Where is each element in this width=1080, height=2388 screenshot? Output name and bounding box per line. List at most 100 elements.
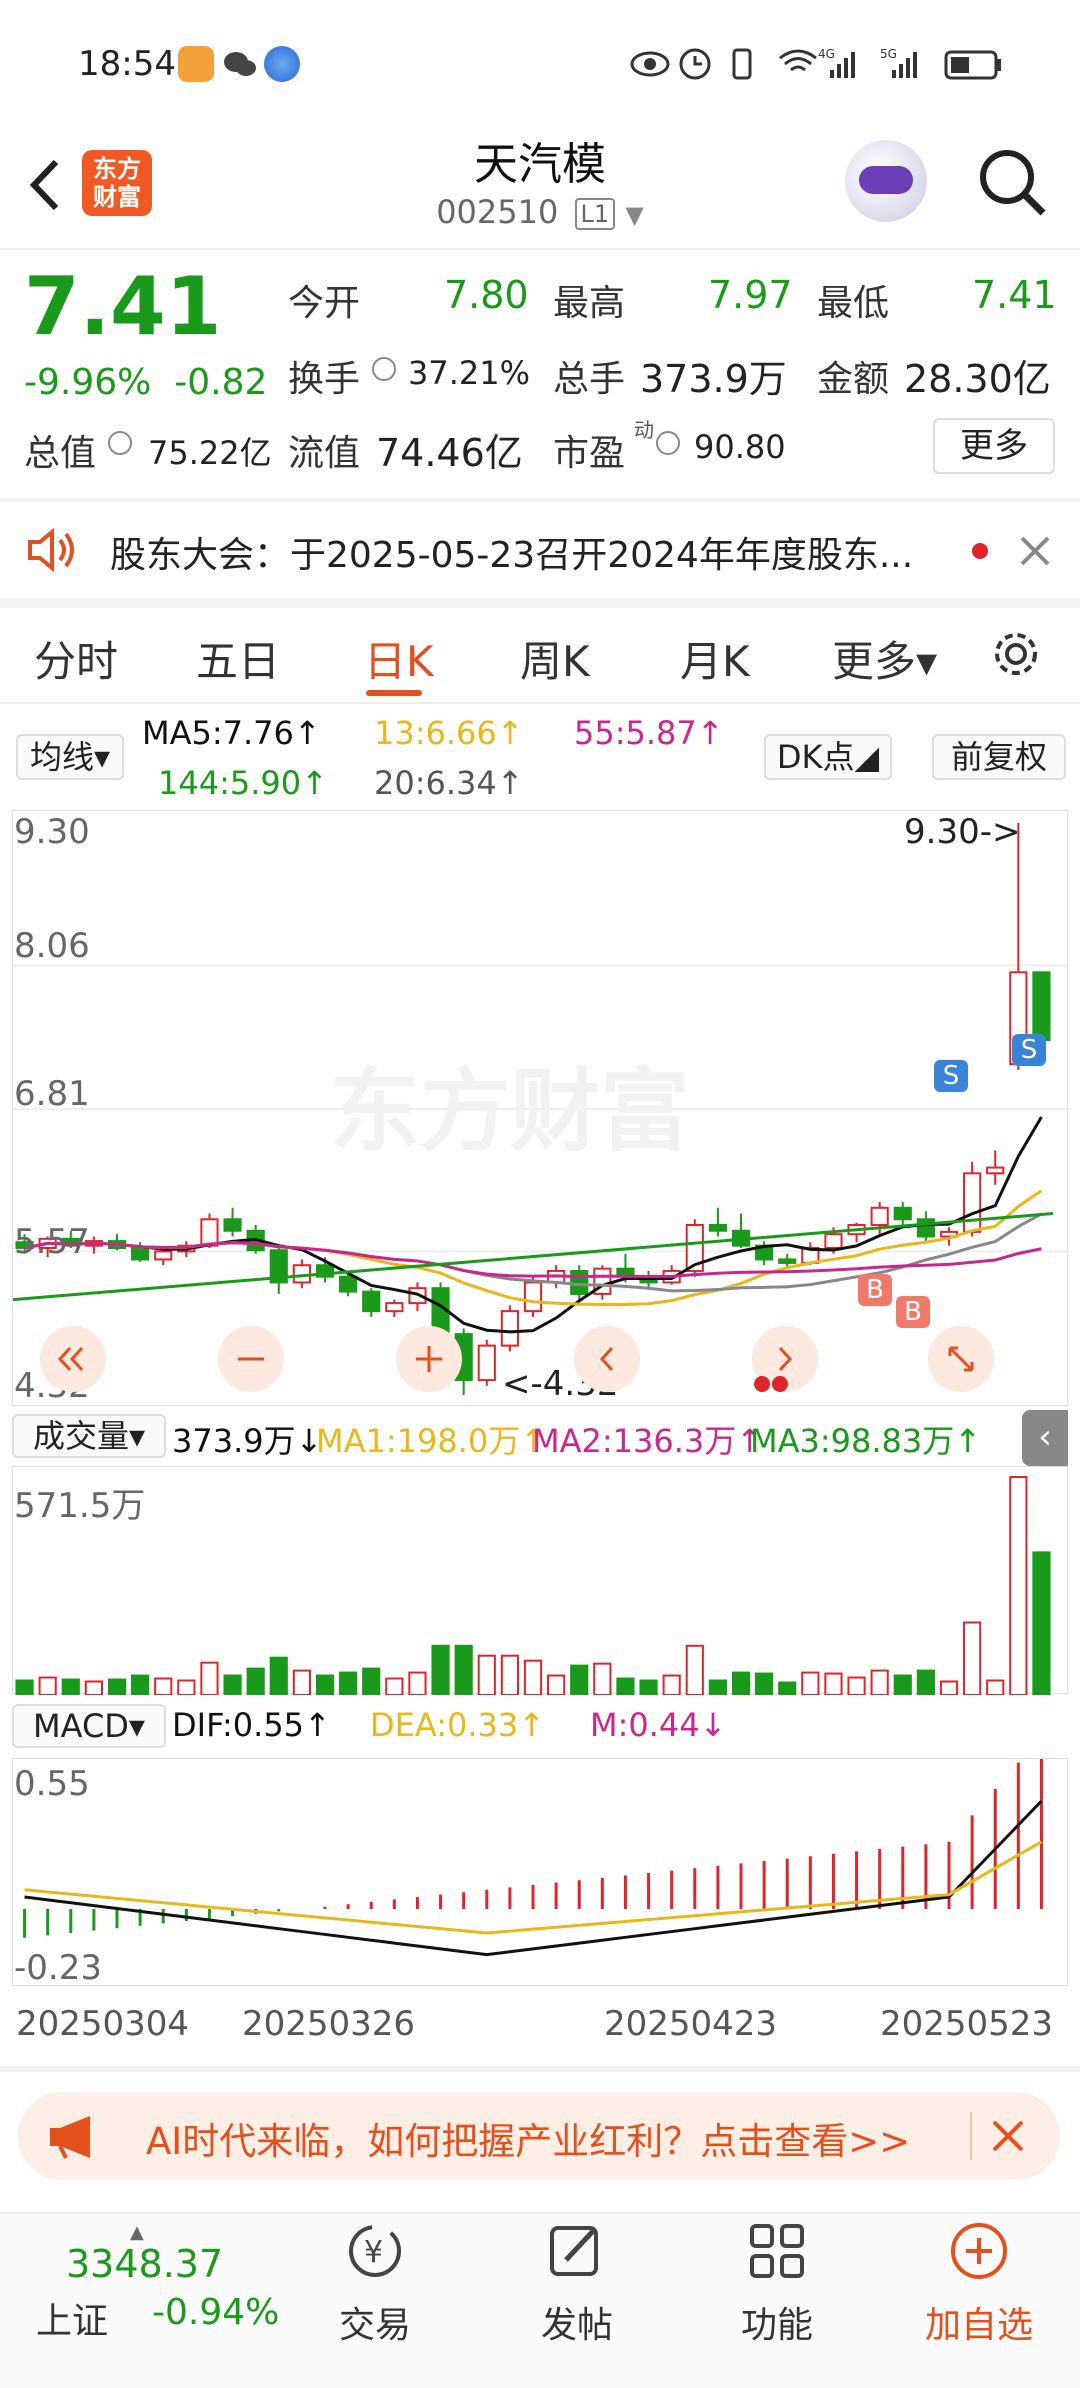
- tab-daily-k[interactable]: 日K: [364, 628, 434, 689]
- nav-post[interactable]: 发帖: [502, 2296, 652, 2348]
- y-axis-4: 5.57: [14, 1222, 90, 1262]
- candle-body: [154, 1250, 173, 1261]
- wechat-icon: [222, 46, 258, 82]
- low-value: 7.41: [972, 273, 1057, 317]
- volume-bar: [38, 1676, 57, 1696]
- index-value[interactable]: 3348.37: [66, 2242, 223, 2286]
- volume-bar: [916, 1669, 935, 1696]
- macd-svg: [23, 1736, 1043, 1957]
- ad-text[interactable]: AI时代来临，如何把握产业红利？点击查看>>: [146, 2111, 910, 2165]
- volume-bar: [755, 1672, 774, 1696]
- scroll-left-button[interactable]: [574, 1326, 640, 1392]
- unread-dot: [972, 543, 988, 559]
- indicator-dot: [772, 1376, 788, 1392]
- amount-value: 28.30亿: [904, 357, 1051, 401]
- volume-bar: [639, 1679, 658, 1696]
- buy-signal[interactable]: B: [896, 1296, 930, 1328]
- more-button[interactable]: 更多: [933, 418, 1055, 474]
- ai-assistant-avatar[interactable]: [845, 140, 927, 222]
- volume-bar: [570, 1664, 589, 1697]
- volume-axis-top: 571.5万: [14, 1486, 146, 1526]
- add-watchlist-icon[interactable]: [946, 2218, 1012, 2284]
- nav-function[interactable]: 功能: [702, 2296, 852, 2348]
- tab-more[interactable]: 更多▾: [832, 628, 937, 689]
- last-price: 7.41: [24, 260, 222, 353]
- sell-signal[interactable]: S: [934, 1060, 968, 1092]
- search-icon[interactable]: [975, 145, 1050, 220]
- volume-bar: [547, 1674, 566, 1696]
- function-icon[interactable]: [744, 2218, 810, 2284]
- scroll-left-fast-button[interactable]: [40, 1326, 106, 1392]
- volume-bar: [824, 1672, 843, 1696]
- volume-bar: [385, 1677, 404, 1696]
- tab-intraday[interactable]: 分时: [34, 628, 118, 689]
- indicator-dot: [754, 1376, 770, 1392]
- zoom-out-button[interactable]: [218, 1326, 284, 1392]
- high-marker: 9.30->: [904, 812, 1021, 852]
- low-label: 最低: [817, 283, 890, 324]
- macd-chart[interactable]: [12, 1736, 1068, 1986]
- macd-selector[interactable]: MACD▾: [12, 1704, 166, 1748]
- volume-bar: [246, 1667, 265, 1696]
- adjust-price-button[interactable]: 前复权: [932, 734, 1066, 780]
- trade-icon[interactable]: ¥: [342, 2218, 408, 2284]
- volume-bar: [500, 1654, 519, 1697]
- buy-signal[interactable]: B: [858, 1274, 892, 1306]
- nav-trade[interactable]: 交易: [300, 2296, 450, 2348]
- sell-signal[interactable]: S: [1012, 1034, 1046, 1066]
- close-icon[interactable]: [1018, 534, 1052, 568]
- volume-bar: [292, 1669, 311, 1696]
- post-icon[interactable]: [544, 2218, 610, 2284]
- pe-superscript: 动: [634, 418, 654, 442]
- expand-icon[interactable]: ▲: [130, 2222, 144, 2243]
- volume-bar: [477, 1654, 496, 1697]
- info-icon[interactable]: [108, 431, 132, 455]
- candle-body: [1032, 971, 1051, 1042]
- tab-5day[interactable]: 五日: [196, 628, 280, 689]
- active-tab-indicator: [366, 690, 422, 696]
- close-icon[interactable]: [990, 2118, 1026, 2154]
- candle-body: [223, 1218, 242, 1232]
- candle-body: [893, 1206, 912, 1221]
- nav-add-watchlist[interactable]: 加自选: [904, 2296, 1054, 2348]
- candle-body: [362, 1290, 381, 1313]
- volume-bar: [84, 1680, 103, 1696]
- info-icon[interactable]: [656, 431, 680, 455]
- divider: [970, 2112, 972, 2160]
- dk-point-button[interactable]: DK点◢: [764, 734, 892, 780]
- zoom-in-button[interactable]: [396, 1326, 462, 1392]
- tab-monthly-k[interactable]: 月K: [680, 628, 750, 689]
- candle-body: [778, 1258, 797, 1264]
- volume-bar: [269, 1656, 288, 1697]
- volume-chart[interactable]: [12, 1466, 1068, 1697]
- svg-text:¥: ¥: [364, 2235, 383, 2270]
- index-name: 上证: [36, 2301, 109, 2342]
- volume-bar: [408, 1671, 427, 1696]
- collapse-panel-button[interactable]: ‹: [1022, 1410, 1068, 1466]
- volume-bar: [731, 1671, 751, 1696]
- indicator-selector[interactable]: 均线▾: [16, 734, 124, 780]
- volume-bar: [1009, 1476, 1028, 1696]
- browser-icon: [264, 46, 300, 82]
- tab-weekly-k[interactable]: 周K: [520, 628, 590, 689]
- volume-bar: [431, 1644, 450, 1696]
- volume-value: 373.9万↓: [172, 1422, 323, 1460]
- volume-bar: [778, 1681, 797, 1696]
- gear-icon[interactable]: [990, 628, 1042, 680]
- volume-bar: [986, 1679, 1005, 1696]
- open-label: 今开: [288, 283, 361, 324]
- volume-selector[interactable]: 成交量▾: [12, 1414, 166, 1458]
- volume-bar: [362, 1667, 381, 1696]
- date-label: 20250326: [242, 2004, 416, 2044]
- volume-bar: [61, 1678, 80, 1696]
- high-label: 最高: [553, 283, 626, 324]
- mktcap-value: 75.22亿: [148, 434, 272, 472]
- notice-text[interactable]: 股东大会：于2025-05-23召开2024年年度股东...: [110, 526, 913, 578]
- info-icon[interactable]: [372, 357, 396, 381]
- pe-value: 90.80: [694, 428, 786, 466]
- fullscreen-button[interactable]: [928, 1326, 994, 1392]
- volume-bar: [801, 1671, 820, 1696]
- high-value: 7.97: [708, 273, 793, 317]
- volume-label: 总手: [553, 359, 626, 400]
- date-label: 20250423: [604, 2004, 778, 2044]
